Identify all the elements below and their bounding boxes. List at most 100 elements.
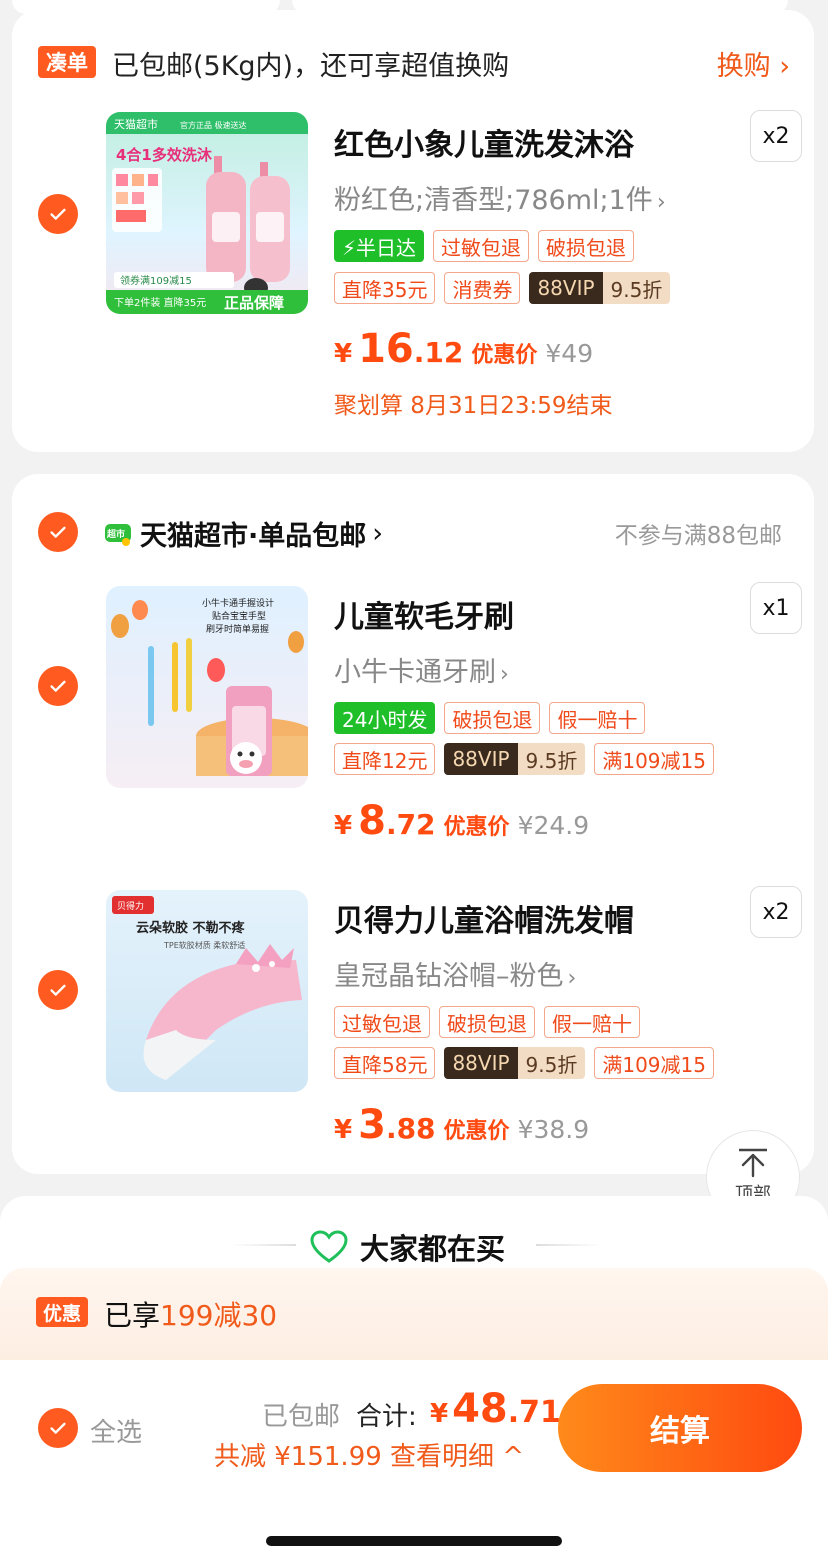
chevron-right-icon: › — [567, 966, 577, 991]
original-price: ¥24.9 — [517, 811, 590, 840]
currency: ¥ — [334, 1115, 353, 1145]
chevron-right-icon: › — [500, 662, 509, 687]
svg-text:4合1多效洗沐: 4合1多效洗沐 — [116, 146, 213, 164]
product-image[interactable]: 天猫超市 官方正品 极速送达 4合1多效洗沐 领券满109减15 下单2件装 直… — [106, 112, 308, 314]
quantity-button[interactable]: x2 — [750, 110, 802, 162]
heart-icon — [310, 1230, 348, 1263]
check-icon — [50, 526, 66, 538]
vip-tag: 88VIP 9.5折 — [444, 1047, 586, 1079]
vip-tag: 88VIP 9.5折 — [529, 272, 671, 304]
promo-prefix: 已享 — [104, 1299, 161, 1332]
arrow-up-icon — [739, 1148, 767, 1178]
divider — [230, 1244, 296, 1246]
promo-badge: 优惠 — [36, 1297, 88, 1327]
swap-link[interactable]: 换购 › — [717, 44, 790, 83]
quantity-button[interactable]: x2 — [750, 886, 802, 938]
select-all-checkbox[interactable] — [38, 1408, 78, 1448]
svg-text:天猫超市: 天猫超市 — [114, 117, 158, 131]
quantity-button[interactable]: x1 — [750, 582, 802, 634]
product-image[interactable]: 贝得力 云朵软胶 不勒不疼 TPE软胶材质 柔软舒适 — [106, 890, 308, 1092]
sku-label: 小牛卡通牙刷 — [334, 657, 496, 688]
original-price: ¥49 — [545, 339, 594, 368]
tag: 满109减15 — [594, 743, 714, 775]
check-icon — [50, 680, 66, 692]
original-price: ¥38.9 — [517, 1115, 590, 1144]
tag-delivery: 24小时发 — [334, 702, 436, 734]
sku-label: 粉红色;清香型;786ml;1件 — [334, 185, 653, 216]
price-label: 优惠价 — [443, 1119, 510, 1144]
tag: 假一赔十 — [549, 702, 646, 734]
total-label: 合计: — [356, 1402, 417, 1432]
item-checkbox[interactable] — [38, 194, 78, 234]
service-tags: 24小时发 破损包退 假一赔十 — [334, 702, 646, 734]
price-dec: .12 — [413, 336, 464, 369]
tag: 过敏包退 — [334, 1006, 430, 1038]
store-name-link[interactable]: 超市 天猫超市·单品包邮 › — [104, 514, 383, 553]
item-checkbox[interactable] — [38, 970, 78, 1010]
total-int: 48 — [452, 1386, 508, 1432]
tag: 满109减15 — [594, 1047, 714, 1079]
service-tags: ⚡半日达 过敏包退 破损包退 — [334, 230, 635, 262]
sku-label: 皇冠晶钻浴帽–粉色 — [334, 961, 564, 992]
select-all-label[interactable]: 全选 — [90, 1412, 142, 1449]
store-note: 不参与满88包邮 — [614, 523, 782, 549]
price-int: 16 — [358, 326, 414, 372]
recommend-title: 大家都在买 — [310, 1226, 505, 1268]
currency: ¥ — [334, 811, 353, 841]
store-name: 天猫超市·单品包邮 — [140, 521, 367, 552]
shampoo-product-illustration: 天猫超市 官方正品 极速送达 4合1多效洗沐 领券满109减15 下单2件装 直… — [106, 112, 308, 314]
svg-text:官方正品 极速送达: 官方正品 极速送达 — [180, 120, 247, 130]
product-title[interactable]: 儿童软毛牙刷 — [334, 592, 514, 636]
sku-selector[interactable]: 小牛卡通牙刷 › — [334, 650, 509, 689]
price-int: 8 — [358, 798, 386, 844]
divider — [536, 1244, 602, 1246]
check-icon — [50, 984, 66, 996]
tag: 消费券 — [444, 272, 521, 304]
vip-discount: 9.5折 — [602, 272, 671, 304]
saving-details-link[interactable]: 共减 ¥151.99 查看明细 ^ — [214, 1436, 524, 1473]
price-label: 优惠价 — [471, 343, 538, 368]
shipping-status: 已包邮 — [262, 1402, 341, 1432]
bundle-text: 已包邮(5Kg内)，还可享超值换购 — [112, 51, 510, 82]
total-dec: .71 — [507, 1395, 561, 1430]
sku-selector[interactable]: 粉红色;清香型;786ml;1件 › — [334, 178, 666, 217]
tag: 直降35元 — [334, 272, 436, 304]
check-icon — [50, 208, 66, 220]
svg-text:云朵软胶 不勒不疼: 云朵软胶 不勒不疼 — [136, 920, 246, 936]
svg-text:下单2件装 直降35元: 下单2件装 直降35元 — [114, 296, 206, 309]
promo-text: 已享199减30 — [104, 1294, 277, 1334]
service-tags: 过敏包退 破损包退 假一赔十 — [334, 1006, 640, 1038]
vip-label: 88VIP — [529, 272, 603, 304]
svg-text:正品保障: 正品保障 — [224, 294, 284, 312]
store-checkbox[interactable] — [38, 512, 78, 552]
price: ¥3.88 优惠价 ¥38.9 — [334, 1102, 589, 1148]
supermarket-icon: 超市 — [105, 523, 131, 546]
sku-selector[interactable]: 皇冠晶钻浴帽–粉色 › — [334, 954, 576, 993]
checkout-button[interactable]: 结算 — [558, 1384, 802, 1472]
product-title[interactable]: 贝得力儿童浴帽洗发帽 — [334, 896, 634, 940]
currency: ¥ — [334, 339, 353, 369]
currency: ¥ — [430, 1399, 449, 1429]
recommend-title-text: 大家都在买 — [360, 1232, 506, 1266]
tag: 直降12元 — [334, 743, 436, 775]
tag: 过敏包退 — [433, 230, 530, 262]
home-indicator — [266, 1536, 562, 1546]
juhuasuan-deadline: 聚划算 8月31日23:59结束 — [334, 393, 613, 419]
price-dec: .72 — [385, 808, 436, 841]
item-checkbox[interactable] — [38, 666, 78, 706]
tag: 直降58元 — [334, 1047, 436, 1079]
vip-discount: 9.5折 — [517, 1047, 586, 1079]
price-int: 3 — [358, 1102, 386, 1148]
bath-cap-product-illustration: 贝得力 云朵软胶 不勒不疼 TPE软胶材质 柔软舒适 — [112, 896, 302, 1080]
tag: 破损包退 — [444, 702, 541, 734]
promo-tags: 直降12元 88VIP 9.5折 满109减15 — [334, 743, 714, 775]
product-title[interactable]: 红色小象儿童洗发沐浴 — [334, 120, 634, 164]
svg-text:贝得力: 贝得力 — [117, 900, 144, 912]
promo-tags: 直降58元 88VIP 9.5折 满109减15 — [334, 1047, 714, 1079]
promo-tags: 直降35元 消费券 88VIP 9.5折 — [334, 272, 671, 304]
product-image[interactable]: 小牛卡通手握设计 贴合宝宝手型 刷牙时简单易握 — [106, 586, 308, 788]
price: ¥8.72 优惠价 ¥24.9 — [334, 798, 589, 844]
promo-highlight: 199减30 — [160, 1299, 278, 1332]
svg-text:领券满109减15: 领券满109减15 — [120, 274, 192, 287]
price: ¥16.12 优惠价 ¥49 — [334, 326, 593, 372]
